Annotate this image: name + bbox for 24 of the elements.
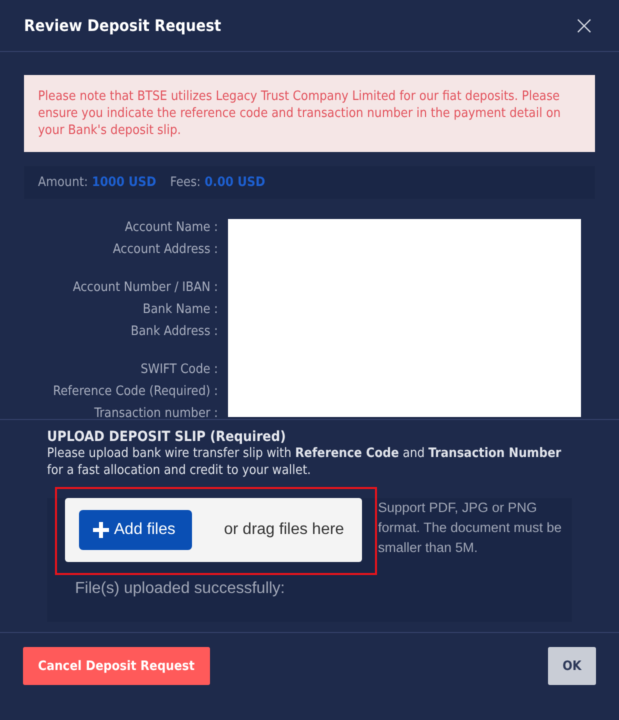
summary-value: 0.00 USD xyxy=(204,175,266,190)
upload-status: File(s) uploaded successfully: xyxy=(75,580,285,598)
plus-icon xyxy=(93,522,109,538)
detail-label: Reference Code (Required) : xyxy=(53,384,218,399)
upload-description: Please upload bank wire transfer slip with Reference Code and Transaction Number for a fast allocation and credit to your wallet. xyxy=(47,445,562,479)
detail-label: SWIFT Code : xyxy=(140,362,218,377)
dialog-title: Review Deposit Request xyxy=(24,16,222,35)
detail-label: Account Name : xyxy=(124,220,218,235)
drag-hint: or drag files here xyxy=(224,521,344,539)
detail-label: Transaction number : xyxy=(94,406,218,421)
detail-label: Bank Address : xyxy=(130,324,218,339)
summary-value: 1000 USD xyxy=(92,175,156,190)
add-files-button[interactable]: Add files xyxy=(79,510,192,550)
detail-label: Bank Name : xyxy=(142,302,218,317)
summary-label: Fees: xyxy=(170,175,201,190)
ok-button[interactable]: OK xyxy=(548,647,596,685)
summary-label: Amount: xyxy=(38,175,88,190)
upload-title: UPLOAD DEPOSIT SLIP (Required) xyxy=(47,429,287,445)
detail-label: Account Number / IBAN : xyxy=(72,280,218,295)
drop-zone[interactable]: Add files or drag files here xyxy=(65,498,362,562)
format-help: Support PDF, JPG or PNG format. The document must be smaller than 5M. xyxy=(378,499,563,557)
detail-label: Account Address : xyxy=(112,242,218,257)
notice-banner: Please note that BTSE utilizes Legacy Trust Company Limited for our fiat deposits. Please ensure you indicate the reference code and transaction number in the payment detail on your Bank's deposit slip. xyxy=(24,75,595,152)
close-icon[interactable]: × xyxy=(573,12,595,38)
